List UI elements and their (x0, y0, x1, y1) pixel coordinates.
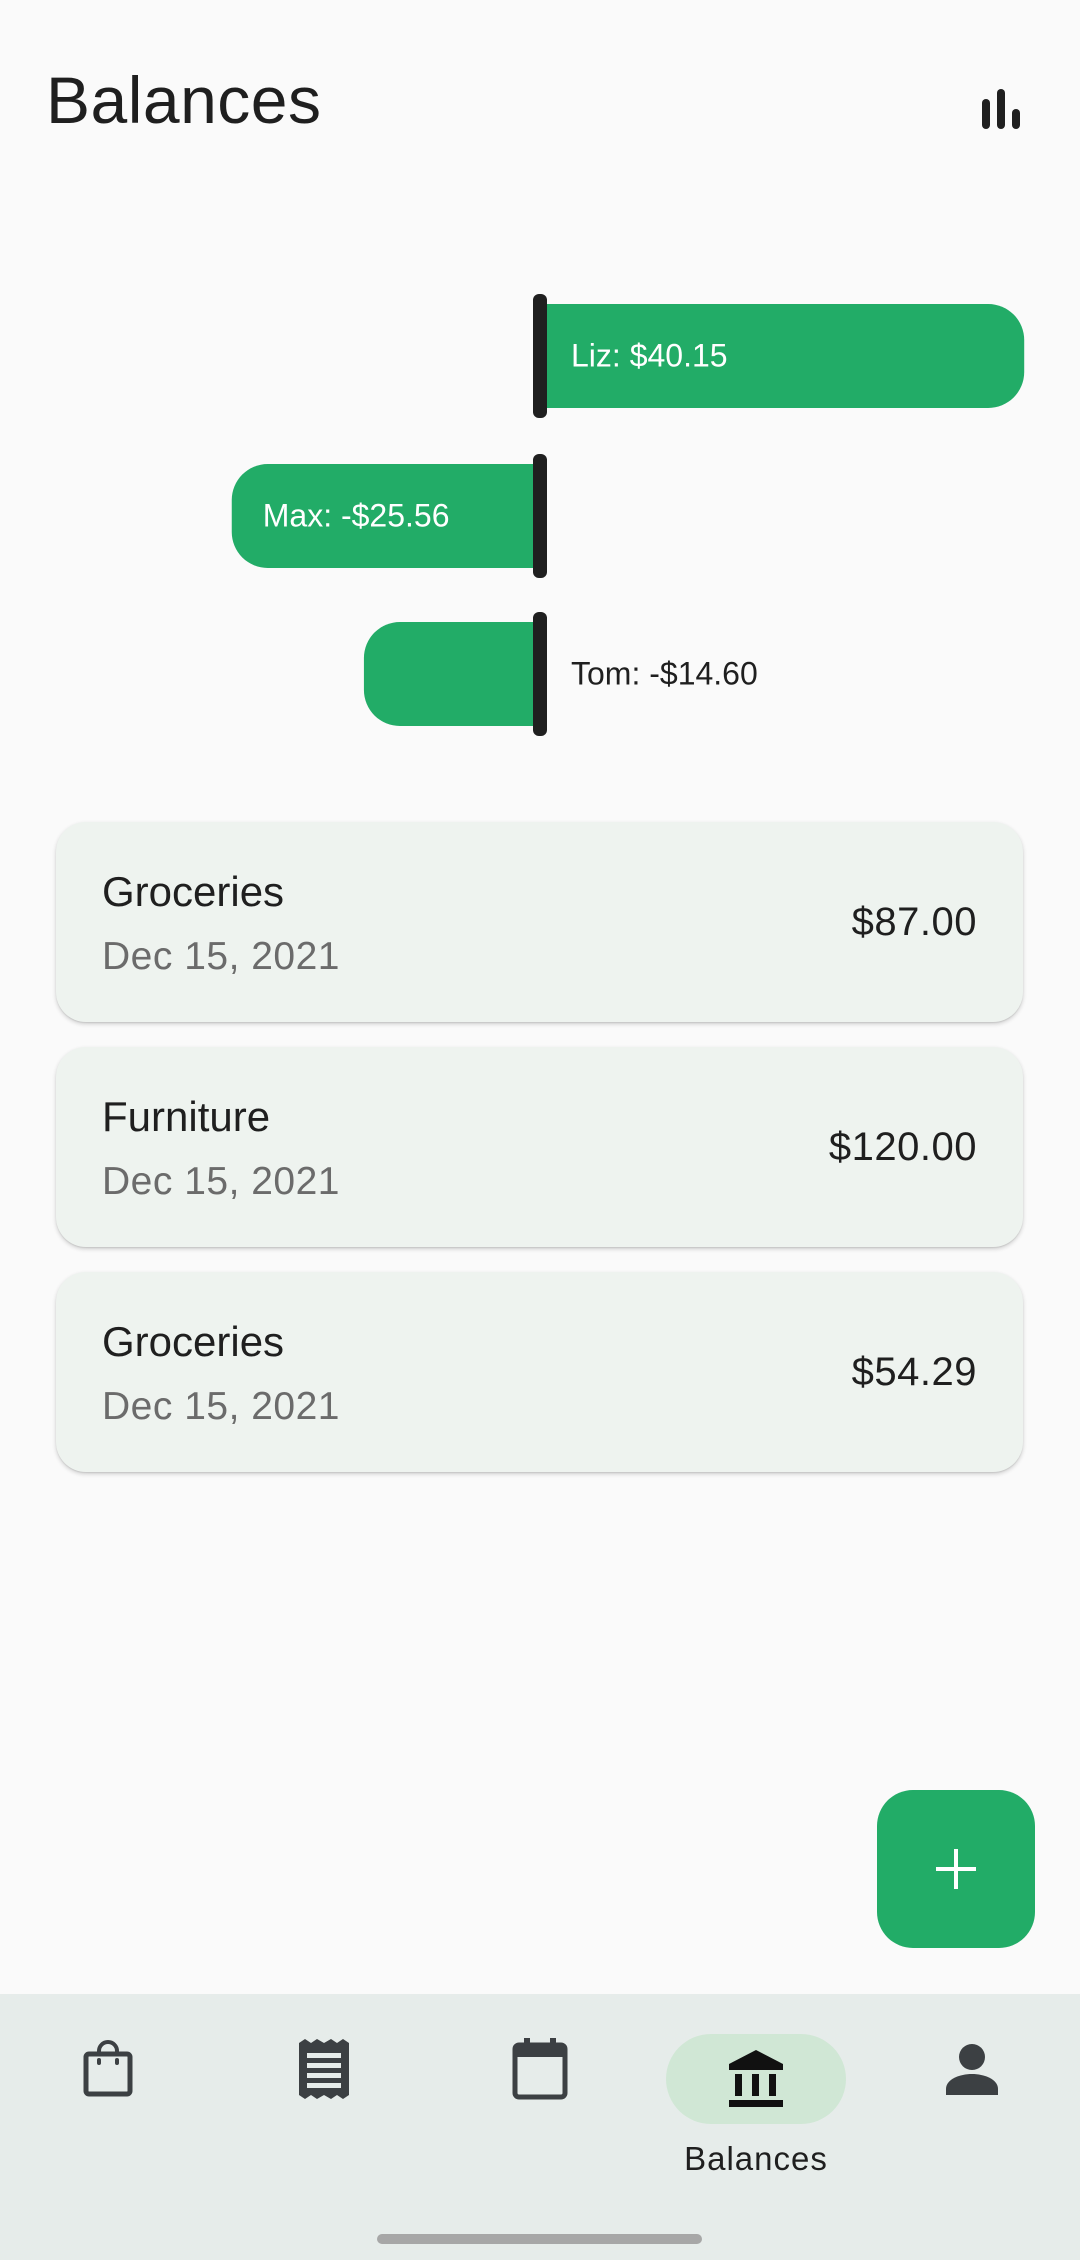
expense-title: Groceries (102, 868, 285, 915)
zero-baseline-tick (533, 454, 547, 578)
expense-card[interactable]: Furniture Dec 15, 2021 $120.00 (56, 1047, 1023, 1247)
active-indicator (666, 2034, 846, 2124)
person-icon (946, 2044, 998, 2095)
nav-label-balances: Balances (684, 2140, 828, 2177)
balances-chart: Liz: $40.15 Max: -$25.56 Tom: -$14.60 (231, 294, 1025, 736)
app-screen: Balances Liz: $40.15 Max: -$25.56 Tom: -$1… (0, 0, 1080, 2260)
bank-icon (729, 2050, 783, 2107)
expense-card[interactable]: Groceries Dec 15, 2021 $54.29 (56, 1272, 1023, 1472)
bar-label-liz: Liz: $40.15 (571, 337, 728, 373)
expense-card[interactable]: Groceries Dec 15, 2021 $87.00 (56, 822, 1023, 1022)
zero-baseline-tick (533, 294, 547, 418)
bottom-navigation: Balances (0, 1994, 1080, 2260)
home-indicator (377, 2234, 702, 2244)
expense-date: Dec 15, 2021 (102, 1385, 341, 1428)
expense-date: Dec 15, 2021 (102, 935, 341, 978)
chart-toggle-button[interactable] (966, 74, 1036, 144)
shopping-bag-icon (83, 2040, 133, 2097)
expense-amount: $120.00 (828, 1125, 977, 1169)
bar-label-tom: Tom: -$14.60 (571, 655, 758, 691)
add-expense-button[interactable] (877, 1790, 1035, 1948)
page-title: Balances (46, 63, 322, 137)
bar-label-max: Max: -$25.56 (263, 497, 450, 533)
zero-baseline-tick (533, 612, 547, 736)
plus-icon (936, 1849, 976, 1889)
receipt-icon (299, 2039, 349, 2099)
nav-item-profile[interactable] (864, 1994, 1080, 2224)
nav-item-shopping[interactable] (0, 1994, 216, 2224)
expense-title: Groceries (102, 1318, 285, 1365)
nav-item-receipts[interactable] (216, 1994, 432, 2224)
bar-chart-icon (982, 89, 1020, 129)
calendar-icon (512, 2038, 568, 2100)
expense-date: Dec 15, 2021 (102, 1160, 341, 1203)
nav-item-balances[interactable]: Balances (648, 1994, 864, 2224)
expense-amount: $54.29 (851, 1350, 977, 1394)
balance-bar-tom (363, 622, 540, 726)
nav-item-calendar[interactable] (432, 1994, 648, 2224)
expense-title: Furniture (102, 1093, 271, 1140)
expense-amount: $87.00 (851, 900, 977, 944)
